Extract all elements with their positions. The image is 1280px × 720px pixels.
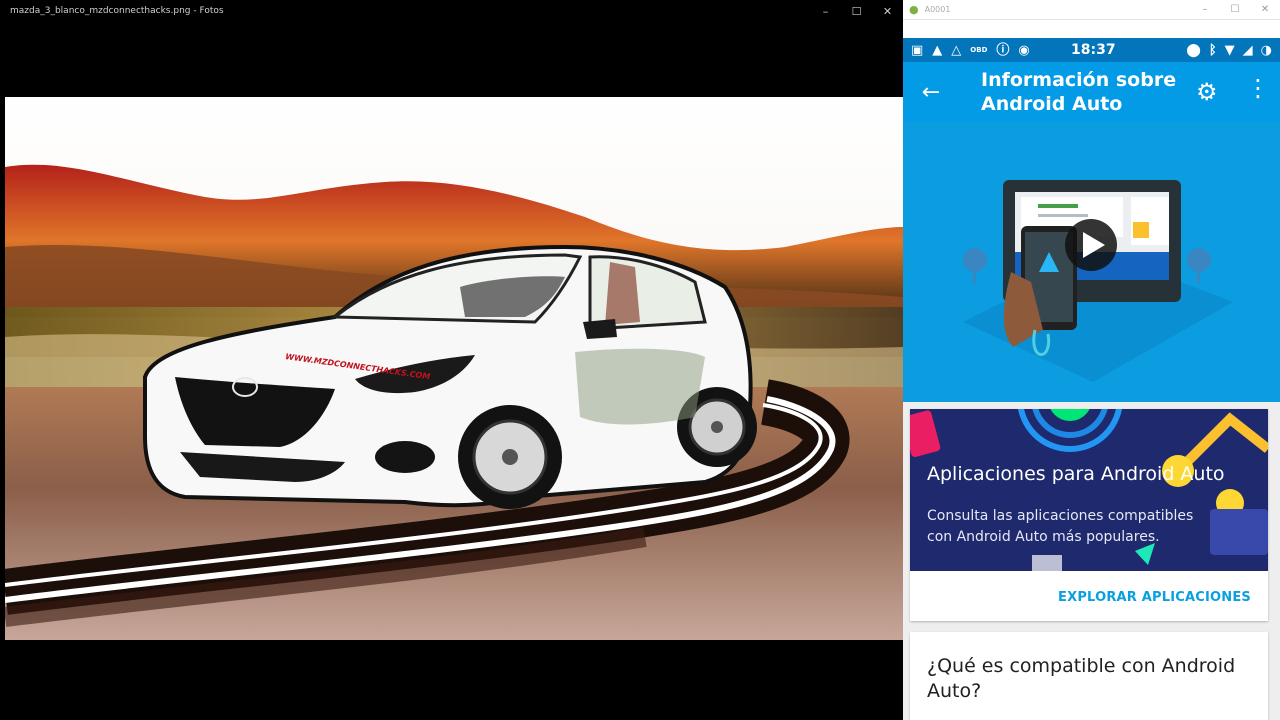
hero-video[interactable]: [903, 122, 1280, 402]
status-bar: ▣ ▲ △ OBD ⓘ ◉ 18:37 ⬤ ᛒ ▼ ◢ ◑: [903, 38, 1280, 62]
navigation-icon: ▲: [932, 42, 943, 58]
page-title: Información sobre Android Auto: [981, 69, 1177, 115]
apps-card-title: Aplicaciones para Android Auto: [927, 463, 1225, 485]
emulator-window-title: A0001: [924, 5, 951, 14]
explore-apps-button[interactable]: EXPLORAR APLICACIONES: [1058, 590, 1251, 605]
info-icon: ⓘ: [996, 42, 1010, 58]
arrow-back-icon[interactable]: ←: [903, 80, 959, 105]
minimize-button[interactable]: –: [810, 0, 841, 22]
maximize-button[interactable]: ☐: [841, 0, 872, 22]
battery-icon: ◑: [1260, 42, 1272, 58]
more-vert-icon[interactable]: ⋮: [1246, 76, 1270, 100]
phone-screen: ▣ ▲ △ OBD ⓘ ◉ 18:37 ⬤ ᛒ ▼ ◢ ◑ ← Informac…: [903, 38, 1280, 720]
emulator-minimize-button[interactable]: –: [1190, 0, 1220, 20]
obd-icon: OBD: [970, 46, 988, 54]
apps-card-body: Consulta las aplicaciones compatibles co…: [927, 508, 1194, 545]
emulator-close-button[interactable]: ✕: [1250, 0, 1280, 20]
emulator-window: ● A0001 – ☐ ✕ ▣ ▲ △ OBD ⓘ ◉ 18:37 ⬤ ᛒ ▼ …: [903, 0, 1280, 720]
emulator-titlebar: ● A0001 – ☐ ✕: [903, 0, 1280, 20]
photos-titlebar: mazda_3_blanco_mzdconnecthacks.png - Fot…: [0, 0, 903, 22]
compat-card[interactable]: ¿Qué es compatible con Android Auto?: [910, 632, 1268, 720]
photos-window: mazda_3_blanco_mzdconnecthacks.png - Fot…: [0, 0, 903, 720]
location-icon: ⬤: [1186, 42, 1201, 58]
photos-window-title: mazda_3_blanco_mzdconnecthacks.png - Fot…: [10, 6, 224, 16]
wifi-icon: ▼: [1224, 42, 1235, 58]
close-button[interactable]: ✕: [872, 0, 903, 22]
android-icon: ●: [909, 3, 919, 16]
apps-banner: Aplicaciones para Android Auto Consulta …: [910, 409, 1268, 571]
status-time: 18:37: [1071, 42, 1116, 58]
bluetooth-icon: ᛒ: [1208, 42, 1217, 58]
apps-card: Aplicaciones para Android Auto Consulta …: [910, 409, 1268, 621]
navigation-outline-icon: △: [951, 42, 962, 58]
car-photo-image: WWW.MZDCONNECTHACKS.COM: [5, 97, 903, 640]
app-bar: ← Información sobre Android Auto ⚙ ⋮: [903, 62, 1280, 122]
emulator-maximize-button[interactable]: ☐: [1220, 0, 1250, 20]
car-photo: WWW.MZDCONNECTHACKS.COM: [5, 97, 903, 640]
gear-icon[interactable]: ⚙: [1196, 78, 1218, 106]
android-auto-icon: ◉: [1018, 42, 1030, 58]
hero-illustration: [963, 180, 1233, 382]
signal-icon: ◢: [1242, 42, 1253, 58]
compat-card-title: ¿Qué es compatible con Android Auto?: [927, 655, 1236, 702]
chat-icon: ▣: [911, 42, 924, 58]
